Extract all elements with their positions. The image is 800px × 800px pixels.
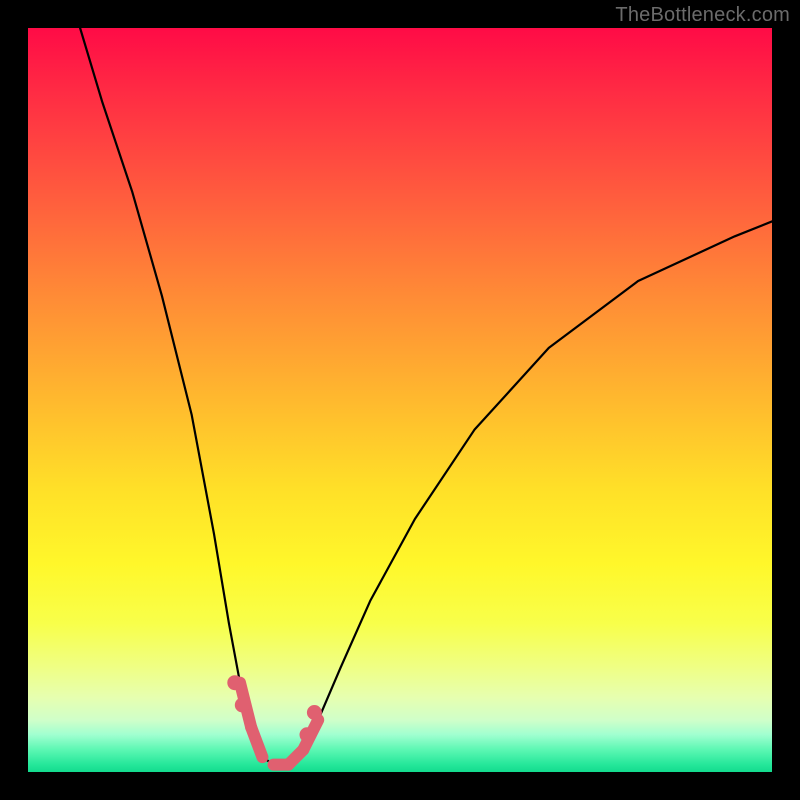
pink-bead-dot [227, 675, 242, 690]
curve-layer [28, 28, 772, 772]
bottleneck-curve [80, 28, 772, 765]
pink-beads [227, 675, 322, 764]
pink-bead-dot [300, 727, 315, 742]
chart-frame: TheBottleneck.com [0, 0, 800, 800]
pink-bead-dot [307, 705, 322, 720]
watermark-text: TheBottleneck.com [615, 4, 790, 27]
pink-bead-segment [251, 727, 262, 757]
plot-area [28, 28, 772, 772]
pink-bead-dot [235, 698, 250, 713]
